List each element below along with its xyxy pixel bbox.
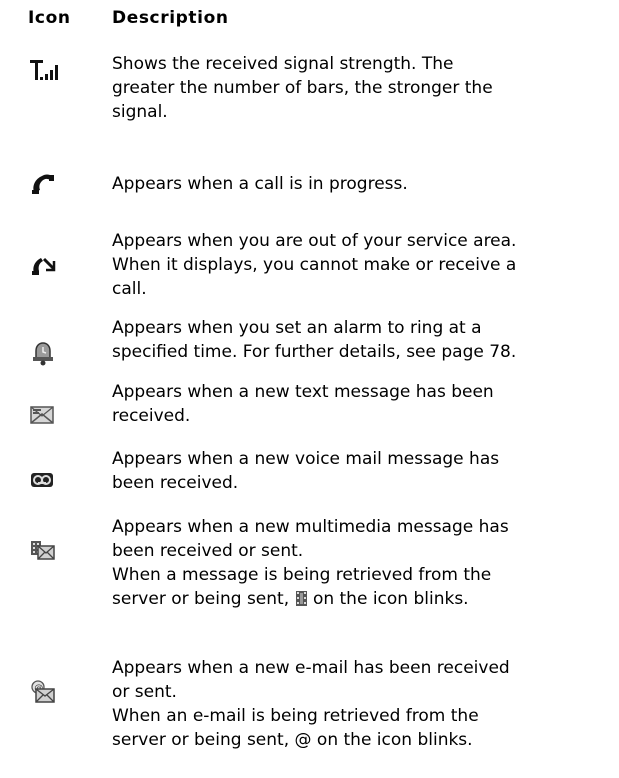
description-line: server or being sent, on the icon blinks…	[112, 587, 617, 613]
description-line: When it displays, you cannot make or rec…	[112, 255, 517, 275]
row-description: Appears when you set an alarm to ring at…	[112, 316, 617, 364]
call-in-progress-icon	[30, 172, 70, 212]
description-line: Appears when a new voice mail message ha…	[112, 449, 500, 469]
row-description: Appears when a new text message has been…	[112, 380, 617, 428]
description-text: server or being sent,	[112, 589, 290, 609]
description-line: Shows the received signal strength. The	[112, 54, 454, 74]
description-line: Appears when a new multimedia message ha…	[112, 517, 509, 537]
description-text: on the icon blinks.	[312, 589, 469, 609]
voice-mail-icon	[30, 471, 70, 511]
film-strip-icon	[295, 589, 307, 613]
description-line: or sent.	[112, 682, 177, 702]
description-line: When a message is being retrieved from t…	[112, 565, 492, 585]
description-line: Appears when you set an alarm to ring at…	[112, 318, 482, 338]
row-description: Appears when a new multimedia message ha…	[112, 515, 617, 613]
row-description: Appears when a new e-mail has been recei…	[112, 656, 617, 752]
description-line: Appears when a new text message has been	[112, 382, 494, 402]
description-line: received.	[112, 406, 191, 426]
text-message-icon	[30, 404, 70, 444]
description-line: call.	[112, 279, 147, 299]
description-line: been received or sent.	[112, 541, 304, 561]
email-icon: @	[30, 680, 70, 720]
icon-column-header: Icon	[28, 8, 71, 28]
description-line: When an e-mail is being retrieved from t…	[112, 706, 479, 726]
alarm-icon	[30, 340, 70, 380]
row-description: Appears when a new voice mail message ha…	[112, 447, 617, 495]
no-service-icon	[30, 253, 70, 293]
signal-strength-icon	[30, 60, 70, 100]
multimedia-message-icon	[30, 539, 70, 579]
description-column-header: Description	[112, 8, 229, 28]
description-line: Appears when a new e-mail has been recei…	[112, 658, 510, 678]
row-description: Appears when you are out of your service…	[112, 229, 617, 301]
row-description: Shows the received signal strength. The …	[112, 52, 617, 124]
description-line: signal.	[112, 102, 168, 122]
description-line: Appears when you are out of your service…	[112, 231, 517, 251]
description-line: greater the number of bars, the stronger…	[112, 78, 493, 98]
row-description: Appears when a call is in progress.	[112, 172, 617, 196]
description-line: server or being sent, @ on the icon blin…	[112, 730, 473, 750]
description-line: specified time. For further details, see…	[112, 342, 517, 362]
description-line: been received.	[112, 473, 239, 493]
icon-reference-page: Icon Description Shows the received sign…	[0, 0, 619, 778]
description-line: Appears when a call is in progress.	[112, 174, 408, 194]
